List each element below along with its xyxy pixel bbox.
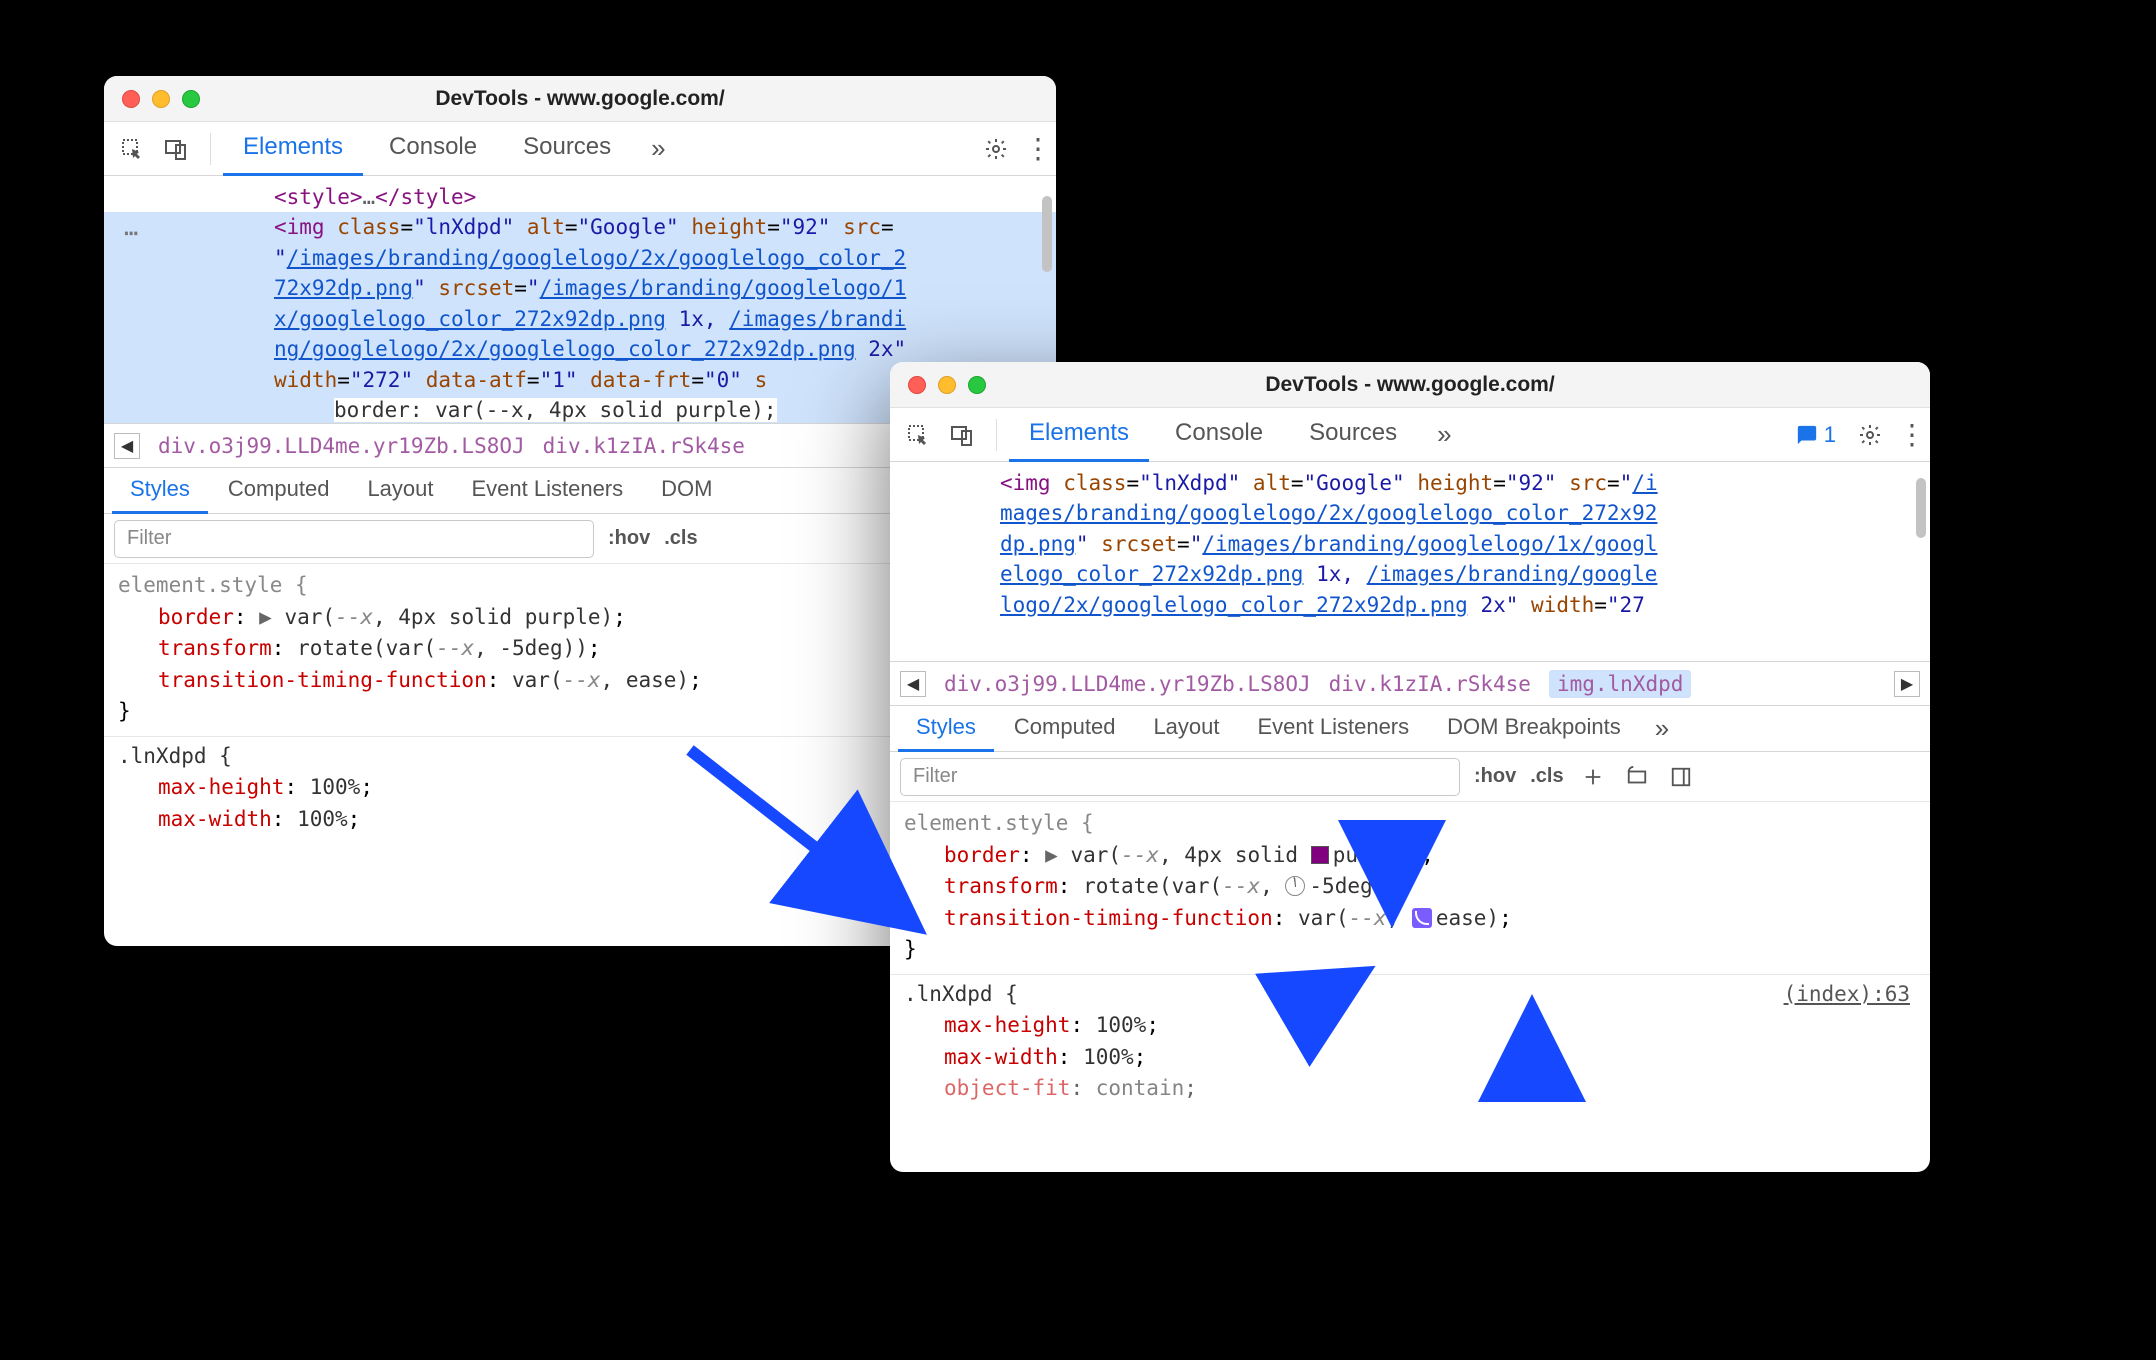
breadcrumb-item[interactable]: div.k1zIA.rSk4se xyxy=(1329,672,1531,696)
device-toggle-icon[interactable] xyxy=(946,419,978,451)
gear-icon[interactable] xyxy=(978,131,1014,167)
tab-elements[interactable]: Elements xyxy=(1009,408,1149,462)
inspect-icon[interactable] xyxy=(902,419,934,451)
selector-text: element.style { xyxy=(904,808,1916,840)
element-style-block: element.style { border: ▶ var(--x, 4px s… xyxy=(904,808,1916,966)
scrollbar-thumb[interactable] xyxy=(1042,196,1052,272)
filter-input[interactable]: Filter xyxy=(114,520,594,558)
computed-panel-icon[interactable] xyxy=(1666,762,1696,792)
device-toggle-icon[interactable] xyxy=(160,133,192,165)
breadcrumb-left-icon[interactable]: ◀ xyxy=(114,433,140,459)
new-rule-icon[interactable] xyxy=(1578,762,1608,792)
filter-row: Filter :hov .cls xyxy=(890,752,1930,802)
subtab-computed[interactable]: Computed xyxy=(210,468,348,514)
traffic-lights xyxy=(122,90,200,108)
css-property-row[interactable]: max-width: 100%; xyxy=(904,1042,1916,1074)
more-tabs-icon[interactable]: » xyxy=(1423,419,1465,450)
tab-console[interactable]: Console xyxy=(369,122,497,176)
css-property-row[interactable]: transition-timing-function: var(--x, eas… xyxy=(904,903,1916,935)
minimize-window-icon[interactable] xyxy=(938,376,956,394)
window-title: DevTools - www.google.com/ xyxy=(890,373,1930,397)
breadcrumb-item[interactable]: div.o3j99.LLD4me.yr19Zb.LS8OJ xyxy=(158,434,525,458)
filter-placeholder: Filter xyxy=(127,527,171,550)
breadcrumb: ◀ div.o3j99.LLD4me.yr19Zb.LS8OJ div.k1zI… xyxy=(890,662,1930,706)
titlebar: DevTools - www.google.com/ xyxy=(104,76,1056,122)
breadcrumb-right-icon[interactable]: ▶ xyxy=(1894,671,1920,697)
issues-button[interactable]: 1 xyxy=(1786,422,1846,448)
issues-count: 1 xyxy=(1824,422,1836,448)
css-property-row[interactable]: border: ▶ var(--x, 4px solid purple); xyxy=(904,840,1916,872)
filter-placeholder: Filter xyxy=(913,765,957,788)
scrollbar-thumb[interactable] xyxy=(1916,478,1926,538)
dom-text: <style> xyxy=(274,185,363,209)
close-brace: } xyxy=(904,934,1916,966)
window-title: DevTools - www.google.com/ xyxy=(104,87,1056,111)
more-tabs-icon[interactable]: » xyxy=(637,133,679,164)
subtab-event-listeners[interactable]: Event Listeners xyxy=(454,468,642,514)
tab-elements[interactable]: Elements xyxy=(223,122,363,176)
filter-input[interactable]: Filter xyxy=(900,758,1460,796)
subtab-dom-breakpoints[interactable]: DOM Breakpoints xyxy=(1429,706,1639,752)
css-property-row[interactable]: max-height: 100%; xyxy=(904,1010,1916,1042)
dom-tree-panel[interactable]: <img class="lnXdpd" alt="Google" height=… xyxy=(890,462,1930,662)
kebab-menu-icon[interactable]: ⋮ xyxy=(1894,417,1930,453)
css-property-row[interactable]: object-fit: contain; xyxy=(904,1073,1916,1105)
lnxdpd-block: (index):63 .lnXdpd { max-height: 100%; m… xyxy=(904,979,1916,1105)
close-window-icon[interactable] xyxy=(122,90,140,108)
traffic-lights xyxy=(908,376,986,394)
breadcrumb-left-icon[interactable]: ◀ xyxy=(900,671,926,697)
css-property-row[interactable]: transform: rotate(var(--x, -5deg)); xyxy=(904,871,1916,903)
subtab-dom-breakpoints[interactable]: DOM xyxy=(643,468,730,514)
inspect-icon[interactable] xyxy=(116,133,148,165)
breadcrumb-item[interactable]: div.o3j99.LLD4me.yr19Zb.LS8OJ xyxy=(944,672,1311,696)
kebab-menu-icon[interactable]: ⋮ xyxy=(1020,131,1056,167)
styles-subtabs: Styles Computed Layout Event Listeners D… xyxy=(890,706,1930,752)
tab-sources[interactable]: Sources xyxy=(503,122,631,176)
subtab-event-listeners[interactable]: Event Listeners xyxy=(1240,706,1428,752)
angle-swatch-icon[interactable] xyxy=(1285,876,1305,896)
hov-toggle[interactable]: :hov xyxy=(1474,765,1516,788)
breadcrumb-item[interactable]: div.k1zIA.rSk4se xyxy=(543,434,745,458)
more-subtabs-icon[interactable]: » xyxy=(1641,713,1683,744)
tab-sources[interactable]: Sources xyxy=(1289,408,1417,462)
breadcrumb-item-selected[interactable]: img.lnXdpd xyxy=(1549,670,1691,698)
titlebar: DevTools - www.google.com/ xyxy=(890,362,1930,408)
minimize-window-icon[interactable] xyxy=(152,90,170,108)
flexbox-overlay-icon[interactable] xyxy=(1622,762,1652,792)
gear-icon[interactable] xyxy=(1852,417,1888,453)
maximize-window-icon[interactable] xyxy=(182,90,200,108)
maximize-window-icon[interactable] xyxy=(968,376,986,394)
subtab-layout[interactable]: Layout xyxy=(1135,706,1237,752)
easing-swatch-icon[interactable] xyxy=(1412,908,1432,928)
main-tabstrip: Elements Console Sources » 1 ⋮ xyxy=(890,408,1930,462)
ellipsis-icon: ⋯ xyxy=(124,216,140,251)
color-swatch-icon[interactable] xyxy=(1311,846,1329,864)
subtab-layout[interactable]: Layout xyxy=(349,468,451,514)
subtab-computed[interactable]: Computed xyxy=(996,706,1134,752)
hov-toggle[interactable]: :hov xyxy=(608,527,650,550)
cls-toggle[interactable]: .cls xyxy=(664,527,697,550)
devtools-window-after: DevTools - www.google.com/ Elements Cons… xyxy=(890,362,1930,1172)
dom-selected-element[interactable]: <img class="lnXdpd" alt="Google" height=… xyxy=(104,212,1056,242)
close-window-icon[interactable] xyxy=(908,376,926,394)
subtab-styles[interactable]: Styles xyxy=(112,468,208,514)
cls-toggle[interactable]: .cls xyxy=(1530,765,1563,788)
styles-pane[interactable]: element.style { border: ▶ var(--x, 4px s… xyxy=(890,802,1930,1172)
subtab-styles[interactable]: Styles xyxy=(898,706,994,752)
selector-text: .lnXdpd { xyxy=(904,979,1916,1011)
source-link[interactable]: (index):63 xyxy=(1784,979,1910,1011)
main-tabstrip: Elements Console Sources » ⋮ xyxy=(104,122,1056,176)
tab-console[interactable]: Console xyxy=(1155,408,1283,462)
